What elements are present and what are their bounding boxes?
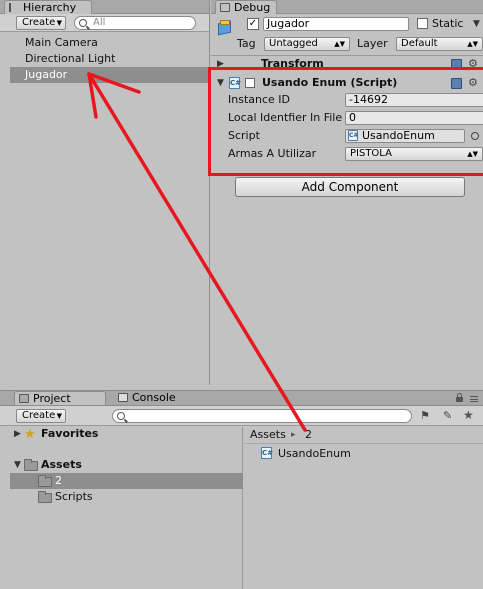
hierarchy-icon — [9, 3, 19, 12]
layer-value: Default — [401, 38, 438, 49]
hierarchy-item-label: Jugador — [25, 68, 68, 81]
gameobject-name-value: Jugador — [267, 17, 310, 30]
inspector-tabbar: Debug — [211, 0, 483, 14]
hierarchy-create-label: Create — [22, 17, 56, 28]
inspector-icon — [220, 3, 230, 12]
menu-icon[interactable] — [470, 396, 478, 402]
inspector-panel: Debug ✓ Jugador Static ▼ Tag Untagged ▲▼… — [211, 0, 483, 385]
layer-label: Layer — [357, 37, 388, 50]
search-icon — [117, 412, 125, 420]
gameobject-active-checkbox[interactable]: ✓ — [247, 18, 259, 30]
filter-by-type-icon[interactable]: ⚑ — [420, 409, 434, 422]
tab-debug-label: Debug — [234, 1, 271, 14]
filter-by-label-icon[interactable]: ✎ — [443, 409, 457, 422]
folder-label: 2 — [55, 474, 62, 487]
breadcrumb-assets[interactable]: Assets — [250, 428, 286, 442]
layer-dropdown[interactable]: Default ▲▼ — [396, 37, 483, 51]
hierarchy-create-button[interactable]: Create ▼ — [16, 16, 66, 30]
hierarchy-item-main-camera[interactable]: Main Camera — [10, 35, 207, 51]
hierarchy-panel: Hierarchy Create ▼ All Main Camera Direc… — [0, 0, 210, 385]
favorites-star-icon: ★ — [24, 427, 36, 442]
project-create-label: Create — [22, 410, 56, 421]
project-create-button[interactable]: Create ▼ — [16, 409, 66, 423]
project-tabbar: Project Console — [0, 391, 483, 406]
folder-icon — [38, 491, 52, 503]
lock-icon[interactable] — [456, 393, 463, 402]
project-icon — [19, 394, 29, 403]
hierarchy-tabbar: Hierarchy — [0, 0, 209, 14]
tab-hierarchy[interactable]: Hierarchy — [4, 0, 92, 14]
folder-icon — [24, 459, 38, 471]
tab-console-label: Console — [132, 391, 176, 404]
static-checkbox[interactable] — [417, 18, 428, 29]
highlight-box — [208, 67, 483, 176]
project-toolbar: Create ▼ ⚑ ✎ ★ — [0, 406, 483, 426]
tab-hierarchy-label: Hierarchy — [23, 1, 77, 14]
chevron-down-icon: ▲▼ — [334, 40, 345, 48]
chevron-down-icon: ▼ — [56, 19, 62, 27]
tab-project[interactable]: Project — [14, 391, 106, 405]
gameobject-name-field[interactable]: Jugador — [263, 17, 409, 31]
tab-debug[interactable]: Debug — [215, 0, 277, 14]
breadcrumb-current[interactable]: 2 — [305, 428, 312, 442]
project-content: Assets ▸ 2 C# UsandoEnum — [244, 427, 483, 589]
hierarchy-toolbar: Create ▼ All — [0, 14, 209, 32]
gameobject-icon — [216, 18, 234, 36]
breadcrumb: Assets ▸ 2 — [244, 427, 483, 444]
tab-project-label: Project — [33, 392, 71, 405]
project-panel: Project Console Create ▼ ⚑ ✎ ★ ▶ ★ Favor… — [0, 390, 483, 589]
script-file-icon: C# — [261, 447, 274, 459]
breadcrumb-separator: ▸ — [291, 430, 296, 440]
foldout-icon[interactable]: ▶ — [14, 430, 21, 439]
add-component-button[interactable]: Add Component — [235, 177, 465, 197]
favorites-label[interactable]: Favorites — [41, 427, 98, 441]
tag-label: Tag — [237, 37, 256, 50]
folder-icon — [38, 475, 52, 487]
hierarchy-item-jugador[interactable]: Jugador — [10, 67, 209, 83]
hierarchy-item-directional-light[interactable]: Directional Light — [10, 51, 207, 67]
hierarchy-item-label: Directional Light — [25, 52, 116, 65]
add-component-label: Add Component — [301, 180, 399, 194]
project-search-input[interactable] — [112, 409, 412, 423]
static-label: Static — [432, 17, 464, 30]
foldout-expanded-icon[interactable]: ▼ — [14, 461, 21, 470]
static-dropdown-icon[interactable]: ▼ — [473, 20, 480, 29]
project-tree: ▶ ★ Favorites ▼ Assets 2 Scripts — [0, 427, 243, 589]
tab-console[interactable]: Console — [114, 391, 194, 405]
folder-row-scripts[interactable]: Scripts — [10, 489, 243, 505]
console-icon — [118, 393, 128, 402]
hierarchy-search-placeholder: All — [93, 17, 106, 28]
chevron-down-icon: ▲▼ — [467, 40, 478, 48]
assets-label[interactable]: Assets — [41, 458, 82, 472]
hierarchy-search-input[interactable]: All — [74, 16, 196, 30]
tag-dropdown[interactable]: Untagged ▲▼ — [264, 37, 350, 51]
favorite-star-icon[interactable]: ★ — [463, 409, 477, 422]
tag-value: Untagged — [269, 38, 318, 49]
chevron-down-icon: ▼ — [56, 412, 62, 420]
search-icon — [79, 19, 87, 27]
folder-label: Scripts — [55, 490, 93, 503]
asset-file-label: UsandoEnum — [278, 447, 351, 460]
folder-row-2[interactable]: 2 — [10, 473, 243, 489]
hierarchy-item-label: Main Camera — [25, 36, 98, 49]
asset-file-usando-enum[interactable]: C# UsandoEnum — [258, 446, 438, 462]
